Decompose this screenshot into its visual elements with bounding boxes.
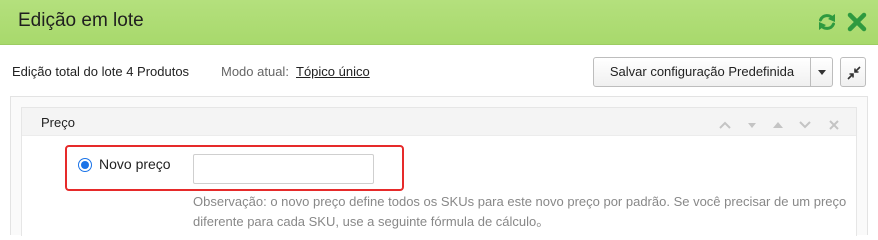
collapse-arrows-icon	[847, 66, 861, 80]
arrow-down-icon[interactable]	[798, 117, 812, 129]
section-title: Preço	[41, 115, 75, 130]
batch-summary: Edição total do lote 4 Produtos	[12, 64, 190, 79]
save-preset-button[interactable]: Salvar configuração Predefinida	[593, 57, 811, 87]
arrow-up-icon[interactable]	[771, 117, 785, 128]
price-section: Preço Novo preço Observação: o novo preç	[21, 107, 857, 236]
collapse-button[interactable]	[840, 57, 866, 87]
content-panel: Preço Novo preço Observação: o novo preç	[10, 96, 868, 236]
chevron-up-icon[interactable]	[718, 117, 732, 129]
dialog-title: Edição em lote	[18, 10, 144, 31]
new-price-radio[interactable]	[78, 158, 92, 172]
refresh-icon[interactable]	[816, 11, 838, 33]
new-price-label: Novo preço	[99, 156, 171, 172]
mode-link[interactable]: Tópico único	[296, 64, 370, 79]
toolbar: Edição total do lote 4 Produtos Modo atu…	[0, 46, 878, 96]
close-icon[interactable]	[846, 11, 868, 33]
chevron-down-icon[interactable]	[745, 117, 759, 128]
new-price-input[interactable]	[193, 154, 374, 184]
dialog-titlebar: Edição em lote	[0, 0, 878, 45]
mode-label: Modo atual:	[221, 64, 289, 79]
close-icon[interactable]	[827, 117, 841, 130]
section-header: Preço	[22, 108, 856, 136]
save-options-dropdown[interactable]	[811, 57, 833, 87]
chevron-down-icon	[818, 70, 826, 75]
price-note: Observação: o novo preço define todos os…	[193, 194, 847, 229]
